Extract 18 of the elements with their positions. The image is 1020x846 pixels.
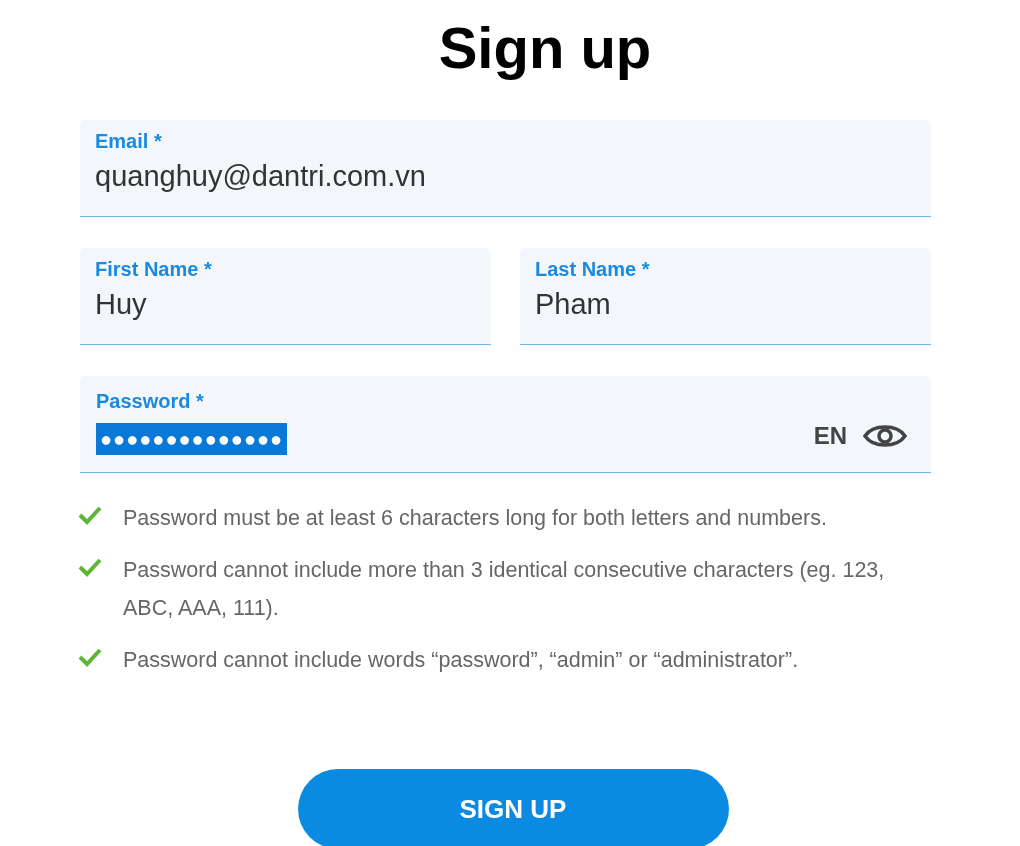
sign-up-button[interactable]: SIGN UP <box>297 769 729 846</box>
field-label: Last Name * <box>535 257 651 282</box>
field-label: Password * <box>96 389 204 414</box>
field-value: Huy <box>95 287 148 322</box>
password-field[interactable]: Password * ●●●●●●●●●●●●●● EN <box>80 376 931 473</box>
page-title: Sign up <box>438 14 652 82</box>
text-field[interactable]: Last Name * Pham <box>520 248 931 345</box>
language-indicator[interactable]: EN <box>813 418 847 454</box>
field-label: First Name * <box>95 257 213 282</box>
field-value: Pham <box>535 287 612 322</box>
rule-text: Password must be at least 6 characters long for both letters and numbers. <box>123 505 828 532</box>
password-value: ●●●●●●●●●●●●●● <box>96 423 288 455</box>
rule-text: Password cannot include words “password”, “admin” or “administrator”. <box>123 647 800 674</box>
field-value: quanghuy@dantri.com.vn <box>95 159 427 194</box>
rule-text: Password cannot include more than 3 identical consecutive characters (eg. 123, ABC, AAA, 111). <box>123 557 886 622</box>
field-label: Email * <box>95 129 163 154</box>
text-field[interactable]: First Name * Huy <box>80 248 491 345</box>
text-field[interactable]: Email * quanghuy@dantri.com.vn <box>80 120 931 217</box>
